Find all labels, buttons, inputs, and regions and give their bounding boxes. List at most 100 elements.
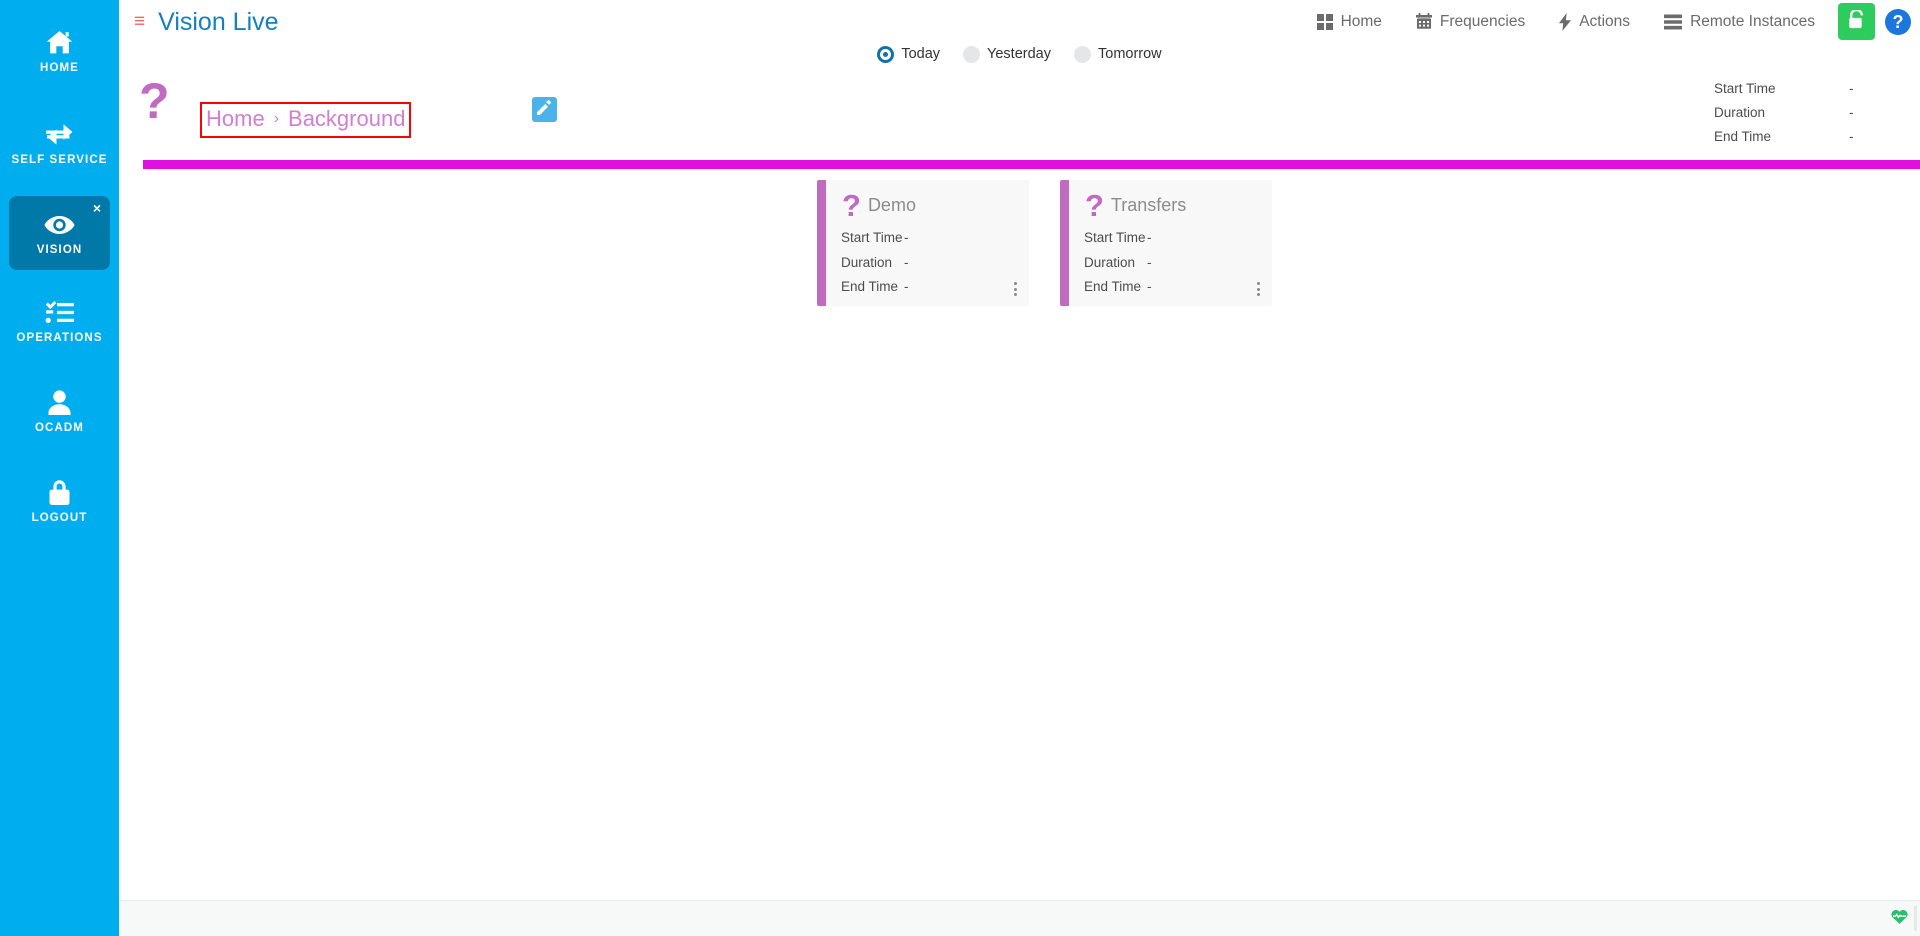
close-icon[interactable]: × bbox=[93, 201, 101, 215]
meta-value: - bbox=[1849, 129, 1854, 144]
detail-key: Start Time bbox=[841, 230, 903, 246]
sidebar-item-logout[interactable]: LOGOUT bbox=[0, 462, 119, 540]
lightning-bolt-icon bbox=[1559, 12, 1572, 31]
nav-item-home[interactable]: Home bbox=[1300, 0, 1399, 43]
meta-key: End Time bbox=[1714, 129, 1772, 144]
home-icon bbox=[46, 28, 73, 58]
vertical-dots-menu-icon[interactable] bbox=[1010, 279, 1021, 299]
section-divider bbox=[143, 160, 1920, 169]
card-title: Demo bbox=[867, 195, 916, 215]
pencil-edit-icon bbox=[537, 99, 552, 120]
card-title: Transfers bbox=[1110, 195, 1187, 215]
unlock-button[interactable] bbox=[1838, 3, 1875, 40]
meta-row: End Time - bbox=[1714, 125, 1889, 149]
breadcrumb-item-home[interactable]: Home bbox=[206, 106, 265, 132]
detail-key: End Time bbox=[1084, 279, 1142, 295]
nav-item-actions[interactable]: Actions bbox=[1542, 0, 1647, 43]
day-option-today[interactable]: Today bbox=[877, 46, 940, 63]
question-mark-icon: ? bbox=[1085, 187, 1104, 223]
meta-row: Duration - bbox=[1714, 101, 1889, 125]
detail-value: - bbox=[904, 254, 909, 270]
brand-group: ≡ Vision Live bbox=[134, 8, 279, 36]
status-badge[interactable] bbox=[1891, 908, 1908, 929]
scrollbar-thumb[interactable] bbox=[1914, 905, 1917, 931]
day-option-tomorrow[interactable]: Tomorrow bbox=[1074, 46, 1162, 63]
sidebar-item-label: LOGOUT bbox=[31, 511, 88, 524]
sidebar-item-ocadm[interactable]: OCADM bbox=[0, 372, 119, 450]
nav-item-label: Actions bbox=[1579, 12, 1631, 30]
nav-item-label: Home bbox=[1340, 12, 1382, 30]
detail-key: Start Time bbox=[1084, 230, 1146, 246]
radio-indicator bbox=[1074, 46, 1091, 63]
detail-key: End Time bbox=[841, 279, 899, 295]
edit-button[interactable] bbox=[532, 97, 557, 122]
meta-key: Duration bbox=[1714, 105, 1766, 120]
detail-value: - bbox=[1147, 279, 1152, 295]
breadcrumb-row: ? Home › Background Start Time - Duratio… bbox=[119, 69, 1920, 146]
sidebar-item-label: OPERATIONS bbox=[16, 331, 103, 344]
day-option-label: Today bbox=[901, 46, 941, 62]
primary-sidebar: HOME SELF SERVICE × VISION OPERATIONS OC… bbox=[0, 0, 119, 936]
meta-value: - bbox=[1849, 81, 1854, 96]
hamburger-menu-icon[interactable]: ≡ bbox=[134, 12, 145, 31]
eye-icon bbox=[44, 210, 75, 240]
page-title: Vision Live bbox=[158, 7, 279, 36]
main-content-area: ≡ Vision Live Home Frequencies Actions R… bbox=[119, 0, 1920, 936]
day-option-label: Yesterday bbox=[987, 46, 1051, 62]
question-mark-icon: ? bbox=[842, 187, 861, 223]
detail-value: - bbox=[904, 279, 909, 295]
checklist-icon bbox=[45, 298, 74, 328]
heartbeat-health-icon bbox=[1891, 908, 1908, 929]
sidebar-item-self-service[interactable]: SELF SERVICE bbox=[0, 104, 119, 182]
calendar-icon bbox=[1415, 13, 1432, 30]
nav-item-frequencies[interactable]: Frequencies bbox=[1399, 0, 1542, 43]
nav-item-label: Remote Instances bbox=[1690, 12, 1815, 30]
day-selector: Today Yesterday Tomorrow bbox=[119, 40, 1920, 69]
sidebar-item-label: OCADM bbox=[35, 421, 84, 434]
sidebar-item-label: SELF SERVICE bbox=[11, 153, 108, 166]
meta-value: - bbox=[1849, 105, 1854, 120]
detail-value: - bbox=[1147, 230, 1152, 246]
help-button[interactable]: ? bbox=[1885, 8, 1911, 35]
top-navigation: Home Frequencies Actions Remote Instance… bbox=[1300, 0, 1920, 43]
sidebar-item-vision[interactable]: × VISION bbox=[9, 196, 110, 270]
detail-value: - bbox=[1147, 254, 1152, 270]
card-grid: ? Demo Start Time - Duration - End Time … bbox=[817, 180, 1272, 306]
header-meta-panel: Start Time - Duration - End Time - bbox=[1714, 77, 1889, 149]
vertical-dots-menu-icon[interactable] bbox=[1253, 279, 1264, 299]
sidebar-item-label: HOME bbox=[40, 61, 79, 74]
card-detail-list: Start Time - Duration - End Time - bbox=[826, 225, 1029, 300]
application-window: HOME SELF SERVICE × VISION OPERATIONS OC… bbox=[0, 0, 1920, 936]
breadcrumb-item-background[interactable]: Background bbox=[288, 106, 405, 132]
question-mark-icon: ? bbox=[139, 73, 170, 129]
detail-key: Duration bbox=[1084, 254, 1136, 270]
unlock-icon bbox=[1848, 8, 1865, 34]
detail-key: Duration bbox=[841, 254, 893, 270]
nav-item-label: Frequencies bbox=[1439, 12, 1526, 30]
card-header: ? Demo bbox=[826, 180, 1029, 225]
nav-item-remote-instances[interactable]: Remote Instances bbox=[1647, 0, 1832, 43]
day-option-yesterday[interactable]: Yesterday bbox=[963, 46, 1051, 63]
radio-indicator bbox=[877, 46, 895, 63]
card-header: ? Transfers bbox=[1069, 180, 1272, 225]
card-detail-row: End Time - bbox=[841, 275, 1029, 300]
sidebar-item-operations[interactable]: OPERATIONS bbox=[0, 282, 119, 360]
server-icon bbox=[1664, 14, 1683, 30]
lock-icon bbox=[48, 478, 71, 508]
card-detail-row: Start Time - bbox=[841, 226, 1029, 251]
card-detail-row: End Time - bbox=[1084, 275, 1272, 300]
detail-value: - bbox=[904, 230, 909, 246]
status-footer bbox=[119, 900, 1920, 936]
card-detail-row: Duration - bbox=[1084, 251, 1272, 276]
sidebar-item-home[interactable]: HOME bbox=[0, 12, 119, 90]
top-header-bar: ≡ Vision Live Home Frequencies Actions R… bbox=[119, 0, 1920, 43]
card-transfers[interactable]: ? Transfers Start Time - Duration - End … bbox=[1060, 180, 1272, 306]
chevron-right-icon: › bbox=[273, 110, 280, 127]
day-option-label: Tomorrow bbox=[1098, 46, 1162, 62]
card-demo[interactable]: ? Demo Start Time - Duration - End Time … bbox=[817, 180, 1029, 306]
meta-key: Start Time bbox=[1714, 81, 1776, 96]
breadcrumb: Home › Background bbox=[200, 102, 412, 138]
grid-icon bbox=[1316, 13, 1333, 30]
exchange-arrows-icon bbox=[45, 120, 75, 150]
card-detail-row: Start Time - bbox=[1084, 226, 1272, 251]
